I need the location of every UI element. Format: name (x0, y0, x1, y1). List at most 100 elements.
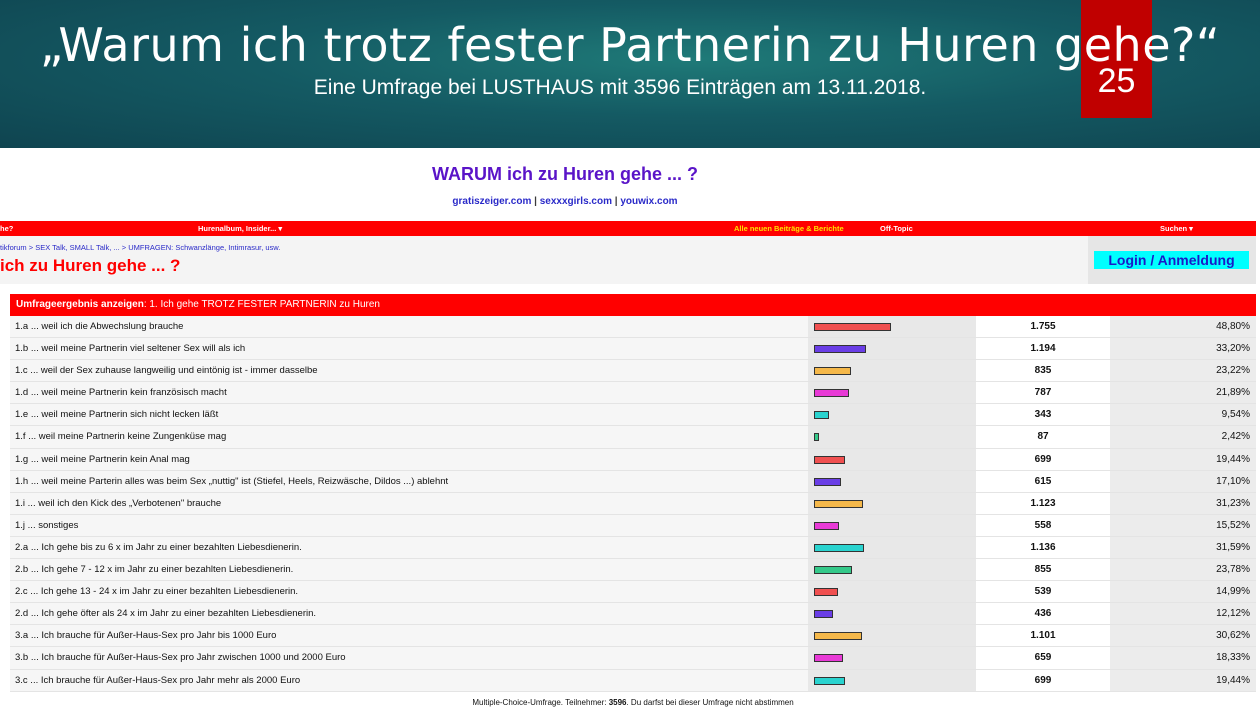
poll-row-bar-cell (808, 382, 976, 404)
poll-row-bar-cell (808, 316, 976, 338)
poll-row-label-cell: 3.c ... Ich brauche für Außer-Haus-Sex p… (10, 669, 808, 691)
poll-percentage: 23,78% (1216, 564, 1250, 576)
poll-row: 2.c ... Ich gehe 13 - 24 x im Jahr zu ei… (10, 581, 1256, 604)
poll-row-count-cell: 436 (976, 603, 1110, 625)
slide-header: „Warum ich trotz fester Partnerin zu Hur… (0, 0, 1260, 148)
poll-option-label: 1.c ... weil der Sex zuhause langweilig … (15, 365, 318, 377)
poll-row-count-cell: 87 (976, 426, 1110, 448)
poll-results: Umfrageergebnis anzeigen: 1. Ich gehe TR… (10, 294, 1256, 692)
partner-link[interactable]: gratiszeiger.com (452, 196, 531, 207)
partner-link[interactable]: youwix.com (620, 196, 677, 207)
poll-percentage: 2,42% (1221, 431, 1250, 443)
poll-row: 2.d ... Ich gehe öfter als 24 x im Jahr … (10, 603, 1256, 626)
slide-title: „Warum ich trotz fester Partnerin zu Hur… (39, 18, 1221, 72)
poll-bar (814, 323, 891, 331)
poll-row-percent-cell: 14,99% (1110, 581, 1256, 603)
poll-question: : 1. Ich gehe TROTZ FESTER PARTNERIN zu … (143, 299, 380, 310)
poll-row-count-cell: 1.123 (976, 492, 1110, 514)
poll-option-label: 1.i ... weil ich den Kick des „Verbotene… (15, 497, 222, 509)
nav-item-off-topic[interactable]: Off-Topic (880, 224, 913, 233)
poll-row-label-cell: 1.h ... weil meine Parterin alles was be… (10, 470, 808, 492)
poll-row-bar-cell (808, 470, 976, 492)
poll-vote-count: 436 (1034, 608, 1052, 620)
poll-row-bar-cell (808, 338, 976, 360)
poll-row-bar-cell (808, 360, 976, 382)
poll-row-count-cell: 558 (976, 514, 1110, 536)
poll-option-label: 1.a ... weil ich die Abwechslung brauche (15, 321, 184, 332)
poll-row: 1.g ... weil meine Partnerin kein Anal m… (10, 448, 1256, 471)
poll-row: 3.b ... Ich brauche für Außer-Haus-Sex p… (10, 647, 1256, 670)
poll-header-link[interactable]: Umfrageergebnis anzeigen (16, 299, 144, 310)
breadcrumb[interactable]: tikforum > SEX Talk, SMALL Talk, ... > U… (0, 243, 280, 252)
nav-item-left[interactable]: he? (0, 224, 13, 233)
poll-option-label: 3.c ... Ich brauche für Außer-Haus-Sex p… (15, 674, 301, 686)
poll-percentage: 21,89% (1216, 387, 1250, 399)
poll-bar (814, 367, 851, 376)
poll-row-count-cell: 855 (976, 559, 1110, 581)
link-separator: | (531, 196, 540, 207)
poll-vote-count: 835 (1034, 365, 1052, 377)
poll-row: 2.a ... Ich gehe bis zu 6 x im Jahr zu e… (10, 536, 1256, 560)
poll-row-bar-cell (808, 625, 976, 647)
poll-row: 3.a ... Ich brauche für Außer-Haus-Sex p… (10, 625, 1256, 648)
poll-row-label-cell: 2.b ... Ich gehe 7 - 12 x im Jahr zu ein… (10, 559, 808, 581)
poll-row-count-cell: 699 (976, 669, 1110, 691)
poll-row-count-cell: 539 (976, 581, 1110, 603)
poll-row-percent-cell: 12,12% (1110, 603, 1256, 625)
poll-percentage: 31,59% (1216, 541, 1250, 553)
nav-item-search[interactable]: Suchen ▾ (1160, 224, 1193, 233)
poll-row-percent-cell: 21,89% (1110, 382, 1256, 404)
partner-link[interactable]: sexxxgirls.com (540, 196, 612, 207)
poll-percentage: 12,12% (1216, 608, 1250, 620)
poll-percentage: 30,62% (1216, 630, 1250, 642)
poll-vote-count: 87 (1037, 431, 1049, 443)
poll-bar (814, 433, 819, 442)
poll-participants: 3596 (608, 698, 627, 707)
poll-option-label: 3.b ... Ich brauche für Außer-Haus-Sex p… (15, 652, 346, 664)
poll-row-count-cell: 1.101 (976, 625, 1110, 647)
poll-bar (814, 566, 852, 575)
poll-row-bar-cell (808, 581, 976, 603)
nav-item-album[interactable]: Hurenalbum, Insider... ▾ (198, 224, 282, 233)
poll-row: 3.c ... Ich brauche für Außer-Haus-Sex p… (10, 669, 1256, 692)
poll-row-bar-cell (808, 559, 976, 581)
poll-row: 1.b ... weil meine Partnerin viel selten… (10, 338, 1256, 361)
poll-row-label-cell: 1.c ... weil der Sex zuhause langweilig … (10, 360, 808, 382)
poll-row-label-cell: 2.a ... Ich gehe bis zu 6 x im Jahr zu e… (10, 536, 808, 559)
poll-option-label: 1.h ... weil meine Parterin alles was be… (15, 475, 449, 487)
poll-option-label: 2.c ... Ich gehe 13 - 24 x im Jahr zu ei… (15, 586, 299, 598)
poll-footer-note: . Du darfst bei dieser Umfrage nicht abs… (626, 698, 794, 707)
poll-option-label: 1.d ... weil meine Partnerin kein franzö… (15, 387, 227, 399)
poll-row-bar-cell (808, 514, 976, 536)
poll-row: 1.j ... sonstiges 558 15,52% (10, 514, 1256, 537)
poll-row-label-cell: 1.d ... weil meine Partnerin kein franzö… (10, 382, 808, 404)
nav-item-new-posts[interactable]: Alle neuen Beiträge & Berichte (734, 224, 844, 233)
poll-bar (814, 588, 838, 597)
login-button[interactable]: Login / Anmeldung (1094, 251, 1249, 269)
poll-bar (814, 499, 863, 508)
poll-row-bar-cell (808, 536, 976, 559)
poll-vote-count: 1.136 (1030, 541, 1056, 553)
poll-option-label: 3.a ... Ich brauche für Außer-Haus-Sex p… (15, 630, 277, 642)
poll-row-label-cell: 3.a ... Ich brauche für Außer-Haus-Sex p… (10, 625, 808, 647)
poll-option-label: 1.g ... weil meine Partnerin kein Anal m… (15, 453, 190, 465)
poll-option-label: 2.a ... Ich gehe bis zu 6 x im Jahr zu e… (15, 541, 302, 553)
poll-percentage: 19,44% (1216, 674, 1250, 686)
poll-row: 1.h ... weil meine Parterin alles was be… (10, 470, 1256, 493)
poll-row-bar-cell (808, 404, 976, 426)
poll-vote-count: 1.101 (1030, 630, 1056, 642)
poll-option-label: 1.j ... sonstiges (15, 519, 79, 531)
poll-bar (814, 632, 862, 641)
poll-row-label-cell: 1.f ... weil meine Partnerin keine Zunge… (10, 426, 808, 448)
poll-bar (814, 654, 843, 663)
poll-row-percent-cell: 31,59% (1110, 536, 1256, 559)
poll-row-bar-cell (808, 647, 976, 669)
poll-option-label: 2.b ... Ich gehe 7 - 12 x im Jahr zu ein… (15, 564, 294, 576)
thread-title: ich zu Huren gehe ... ? (0, 256, 181, 275)
poll-row-count-cell: 835 (976, 360, 1110, 382)
poll-vote-count: 343 (1034, 409, 1052, 421)
poll-row-label-cell: 1.i ... weil ich den Kick des „Verbotene… (10, 492, 808, 514)
poll-row-percent-cell: 19,44% (1110, 448, 1256, 470)
poll-footer: Multiple-Choice-Umfrage. Teilnehmer: 359… (0, 698, 1260, 707)
poll-bar (814, 543, 864, 552)
